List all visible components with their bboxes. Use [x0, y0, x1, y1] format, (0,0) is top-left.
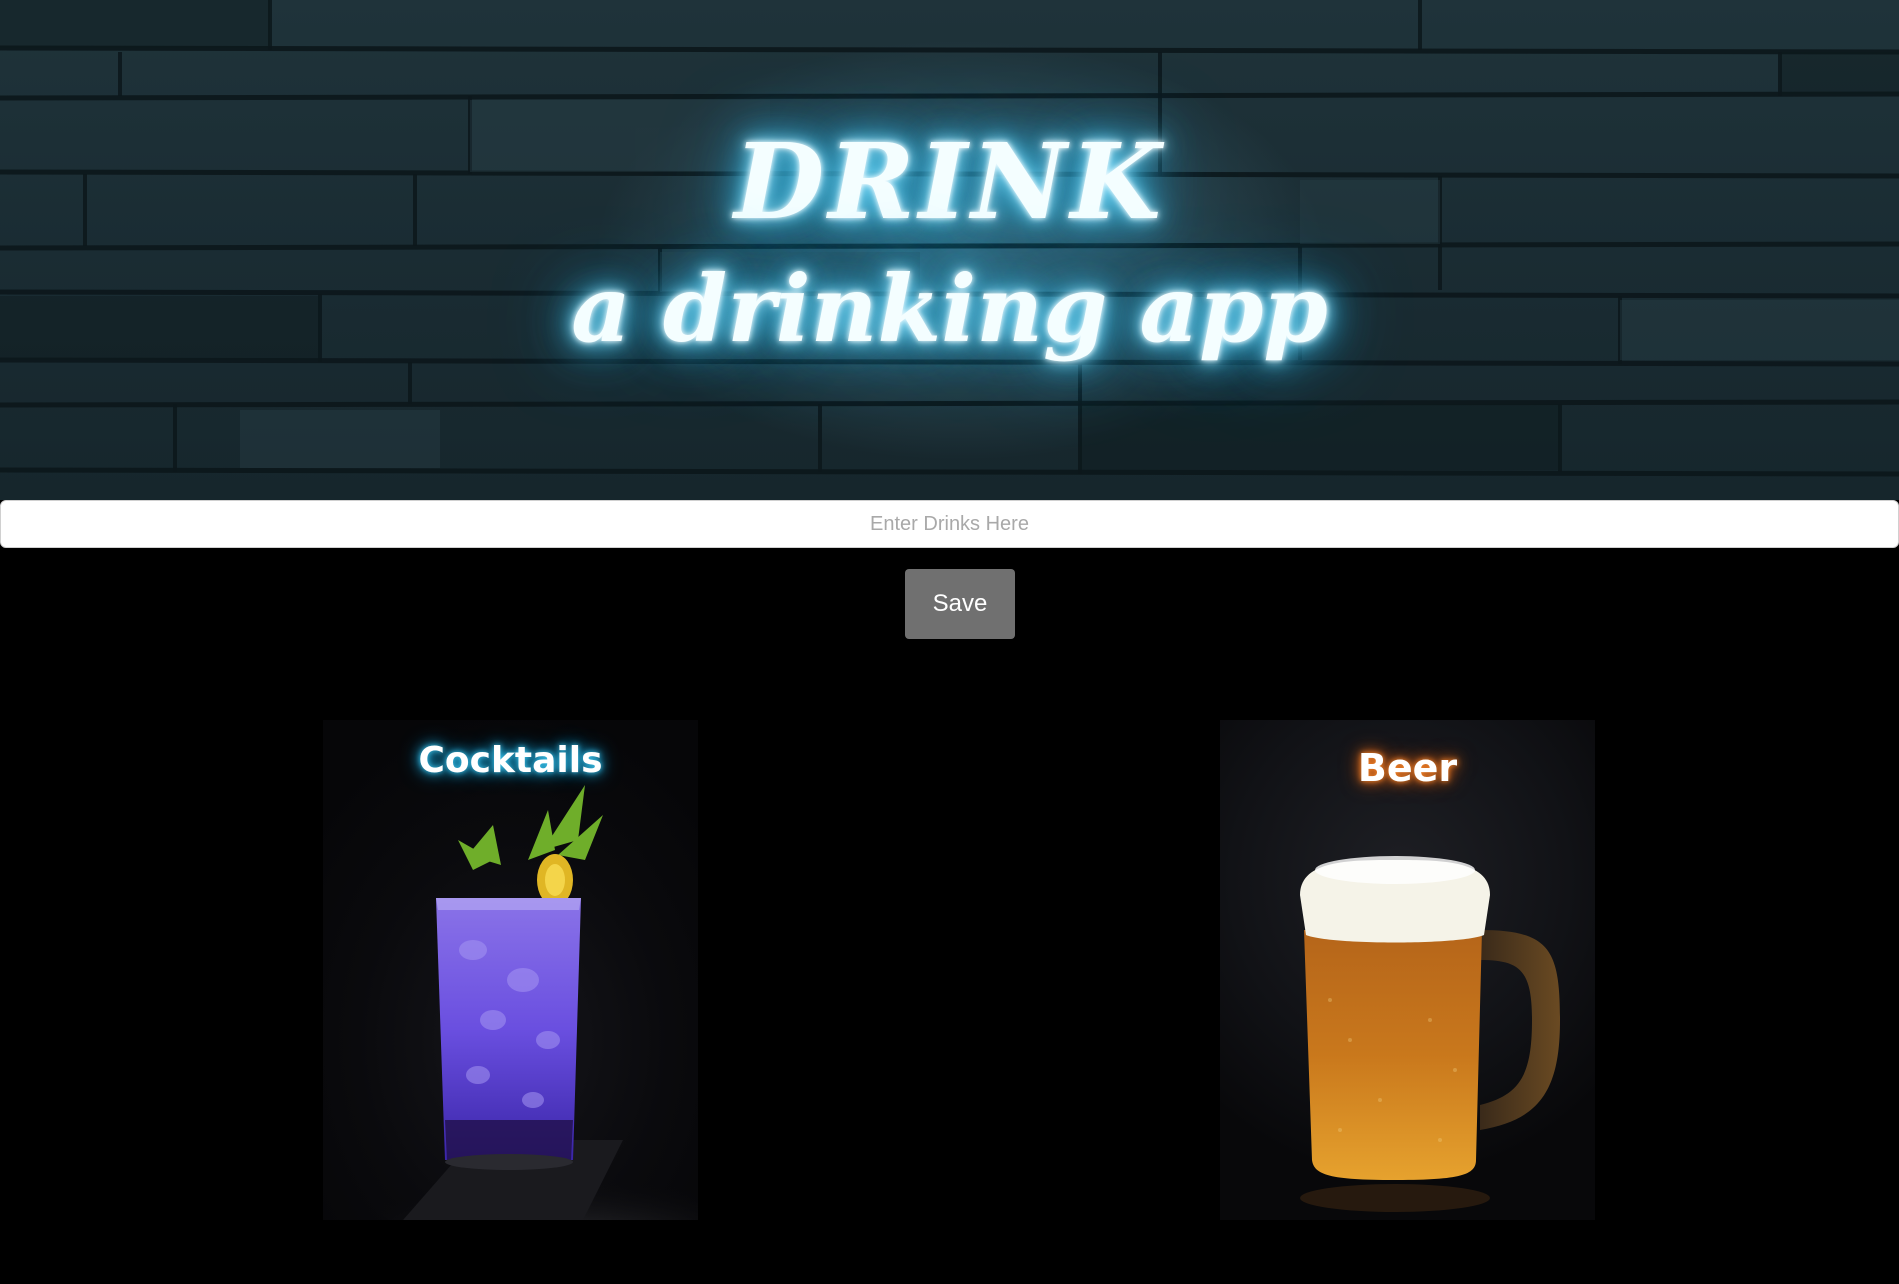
category-label-beer: Beer	[1357, 746, 1458, 790]
app-title: DRINK	[734, 120, 1165, 243]
stone-wall-background	[0, 0, 1899, 477]
beer-mug-image	[1300, 856, 1560, 1212]
category-card-beer[interactable]: Beer	[1220, 720, 1595, 1220]
drink-search-input[interactable]	[0, 500, 1899, 548]
hero-banner: DRINK a drinking app	[0, 0, 1899, 500]
category-label-cocktails: Cocktails	[418, 740, 603, 781]
save-button[interactable]: Save	[905, 569, 1015, 639]
app-subtitle: a drinking app	[571, 255, 1328, 363]
cocktail-glass-image	[363, 785, 698, 1220]
category-card-cocktails[interactable]: Cocktails	[323, 720, 698, 1220]
